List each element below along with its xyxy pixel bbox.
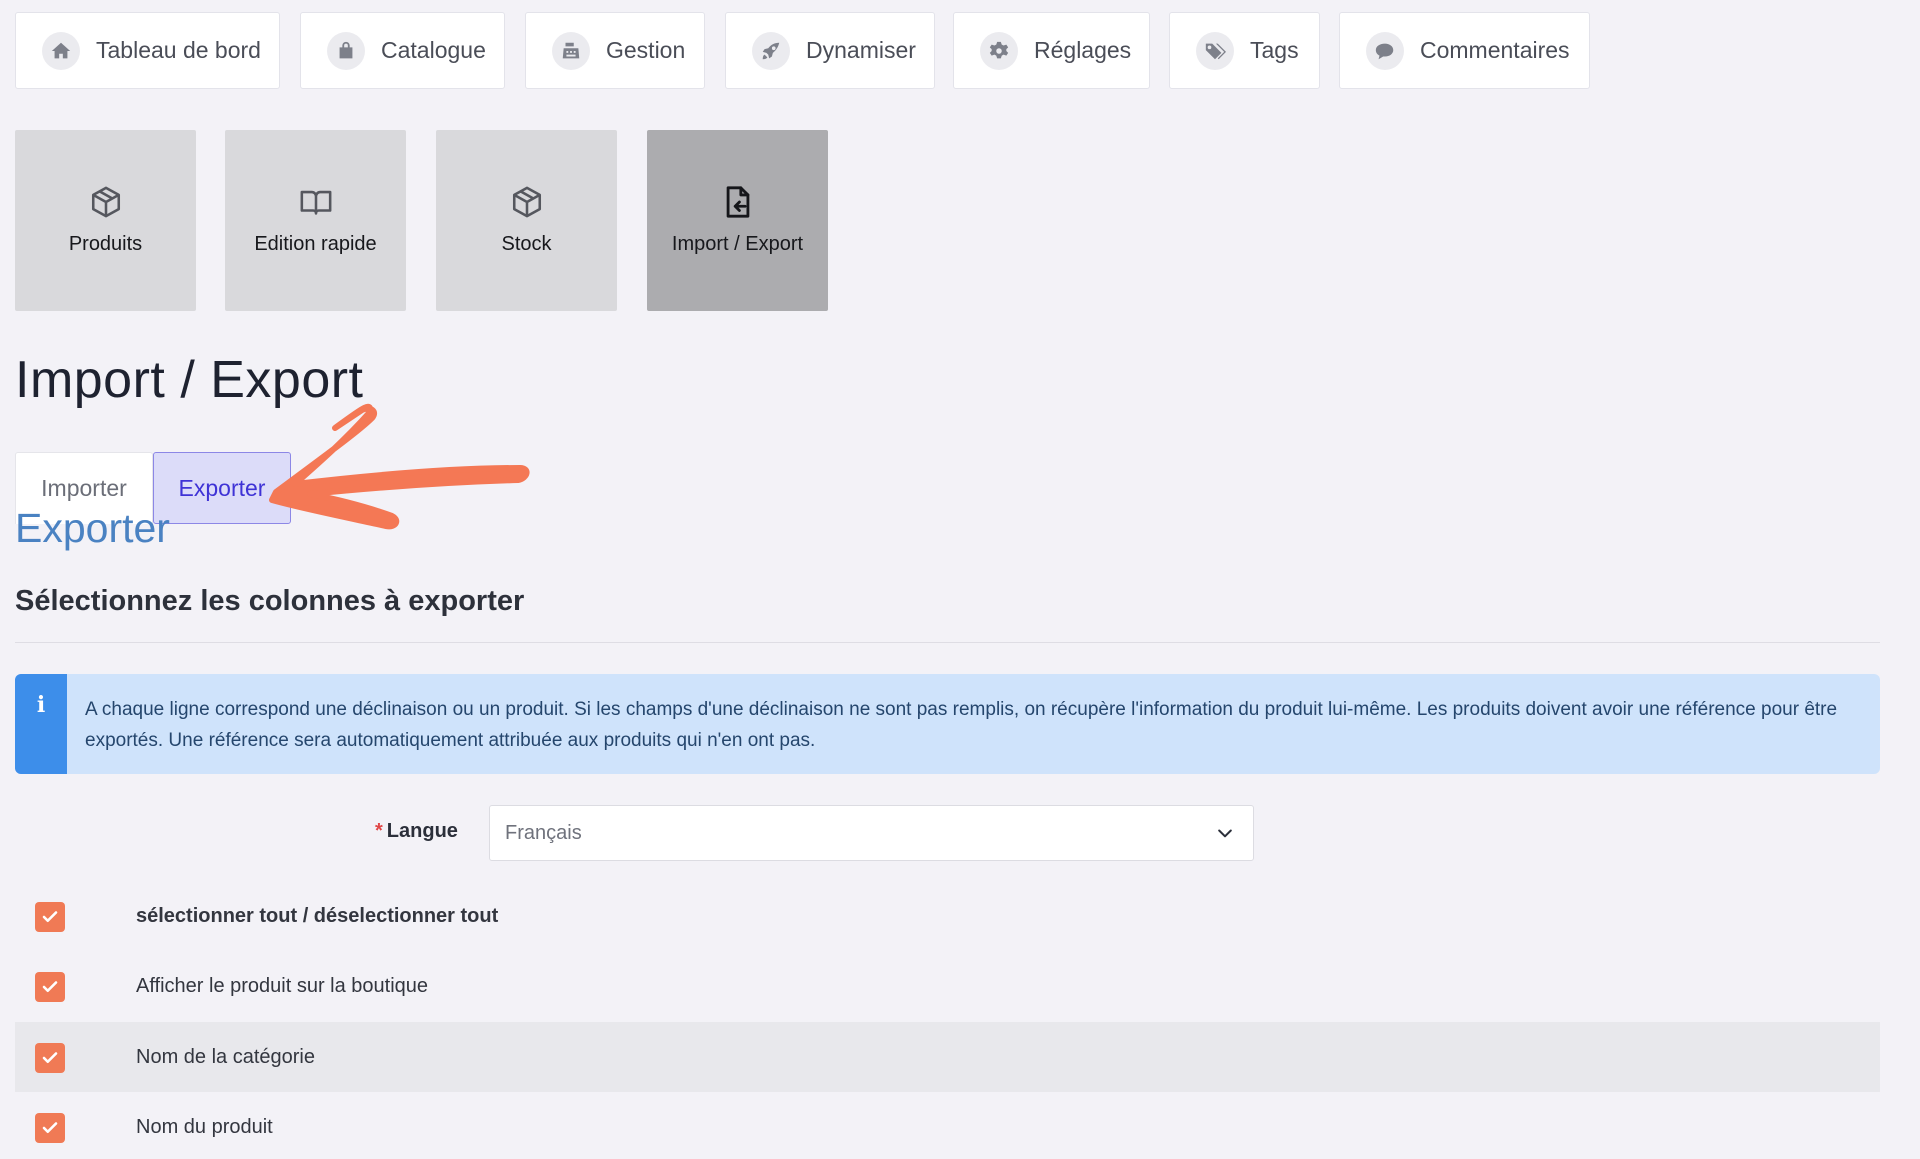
language-select[interactable]: Français bbox=[489, 805, 1254, 861]
columns-heading: Sélectionnez les colonnes à exporter bbox=[15, 585, 525, 617]
nav-item-tags[interactable]: Tags bbox=[1169, 12, 1320, 89]
column-row-select-all: sélectionner tout / déselectionner tout bbox=[15, 881, 1880, 951]
rocket-icon bbox=[752, 31, 790, 70]
column-checkbox[interactable] bbox=[35, 1113, 65, 1143]
info-text: A chaque ligne correspond une déclinaiso… bbox=[85, 699, 1838, 751]
nav-item-label: Réglages bbox=[1034, 37, 1132, 63]
nav-item-dynamiser[interactable]: Dynamiser bbox=[725, 12, 935, 89]
nav-item-label: Tableau de bord bbox=[96, 37, 261, 63]
nav-item-label: Gestion bbox=[606, 37, 686, 63]
file-import-icon bbox=[726, 186, 749, 218]
box-icon bbox=[91, 186, 120, 218]
page-title: Import / Export bbox=[15, 351, 364, 409]
column-checkbox[interactable] bbox=[35, 1043, 65, 1073]
divider bbox=[15, 642, 1880, 643]
info-icon-glyph: i bbox=[36, 692, 46, 718]
required-mark: * bbox=[375, 820, 383, 842]
nav-item-reglages[interactable]: Réglages bbox=[953, 12, 1150, 89]
language-label-text: Langue bbox=[386, 820, 458, 842]
chevron-down-icon bbox=[1218, 829, 1232, 838]
column-row: Afficher le produit sur la boutique bbox=[15, 951, 1880, 1021]
home-icon bbox=[42, 31, 80, 70]
nav-item-label: Dynamiser bbox=[806, 37, 916, 63]
language-select-value: Français bbox=[505, 821, 582, 844]
column-row: Nom de la catégorie bbox=[15, 1022, 1880, 1092]
checkmark-icon bbox=[42, 1052, 58, 1064]
book-open-icon bbox=[300, 190, 331, 215]
subnav-item-import-export[interactable]: Import / Export bbox=[647, 130, 828, 311]
nav-item-dashboard[interactable]: Tableau de bord bbox=[15, 12, 280, 89]
comment-icon bbox=[1366, 31, 1404, 70]
subnav-item-edition-rapide[interactable]: Edition rapide bbox=[225, 130, 406, 311]
tile-label: Stock bbox=[501, 233, 552, 255]
column-label: sélectionner tout / déselectionner tout bbox=[136, 905, 499, 927]
tile-label: Import / Export bbox=[671, 233, 804, 255]
nav-item-gestion[interactable]: Gestion bbox=[525, 12, 705, 89]
tile-label: Edition rapide bbox=[254, 233, 377, 255]
subnav-item-stock[interactable]: Stock bbox=[436, 130, 617, 311]
tags-icon bbox=[1196, 31, 1234, 70]
checkmark-icon bbox=[42, 911, 58, 923]
column-label: Nom de la catégorie bbox=[136, 1046, 315, 1068]
tile-label: Produits bbox=[68, 233, 143, 255]
section-title: Exporter bbox=[15, 505, 170, 551]
cash-register-icon bbox=[552, 31, 590, 70]
info-icon: i bbox=[15, 674, 67, 774]
column-label: Afficher le produit sur la boutique bbox=[136, 975, 429, 997]
nav-item-label: Tags bbox=[1250, 37, 1299, 63]
gear-icon bbox=[980, 31, 1018, 70]
column-row: Nom du produit bbox=[15, 1092, 1880, 1159]
nav-item-catalogue[interactable]: Catalogue bbox=[300, 12, 505, 89]
nav-item-label: Catalogue bbox=[381, 37, 486, 63]
checkmark-icon bbox=[42, 981, 58, 993]
box-icon bbox=[512, 186, 541, 218]
select-all-checkbox[interactable] bbox=[35, 902, 65, 932]
language-label: * Langue bbox=[375, 820, 458, 850]
tab-exporter[interactable]: Exporter bbox=[153, 452, 291, 524]
shopping-bag-icon bbox=[327, 31, 365, 70]
info-alert: i A chaque ligne correspond une déclinai… bbox=[15, 674, 1880, 774]
checkmark-icon bbox=[42, 1122, 58, 1134]
nav-item-label: Commentaires bbox=[1420, 37, 1570, 63]
nav-item-commentaires[interactable]: Commentaires bbox=[1339, 12, 1590, 89]
column-checkbox[interactable] bbox=[35, 972, 65, 1002]
subnav-item-produits[interactable]: Produits bbox=[15, 130, 196, 311]
column-label: Nom du produit bbox=[136, 1116, 273, 1138]
